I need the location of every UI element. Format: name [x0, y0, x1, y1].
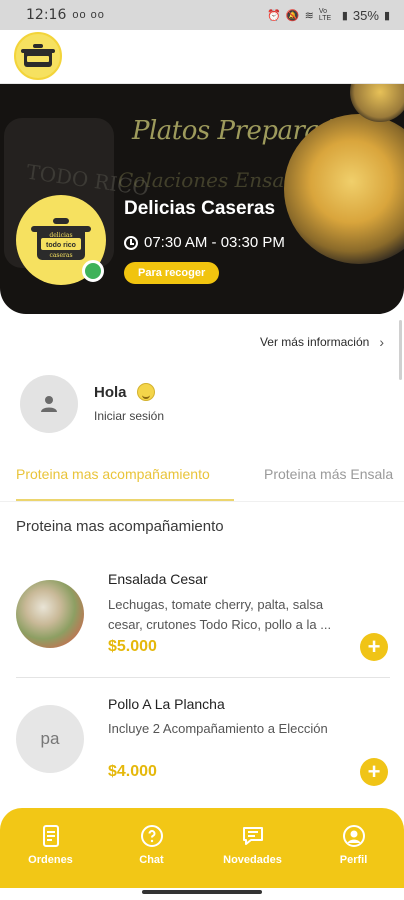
logo-text-top: delicias — [49, 232, 72, 239]
product-image-placeholder[interactable]: pa — [16, 705, 84, 773]
product-price: $5.000 — [108, 638, 157, 655]
store-name: Delicias Caseras — [124, 198, 276, 219]
bottom-navigation: Ordenes Chat Novedades Perfil — [0, 808, 404, 888]
pickup-badge[interactable]: Para recoger — [124, 262, 220, 284]
status-time: 12:16 — [26, 7, 67, 23]
signal-icon: ▮ — [341, 9, 348, 22]
product-description: Lechugas, tomate cherry, palta, salsa ce… — [108, 597, 332, 632]
clock-icon — [124, 235, 138, 250]
add-to-cart-button[interactable]: + — [360, 758, 388, 786]
chevron-right-icon: › — [379, 334, 384, 350]
online-status-dot — [82, 260, 104, 282]
product-image[interactable] — [16, 580, 84, 648]
more-info-label: Ver más información — [259, 335, 370, 349]
battery-icon: ▮ — [383, 9, 390, 22]
product-description: Incluye 2 Acompañamiento a Elección — [108, 721, 328, 736]
product-name[interactable]: Ensalada Cesar — [108, 571, 208, 587]
greeting-text: Hola — [94, 383, 127, 401]
profile-icon — [342, 825, 365, 847]
nav-ordenes[interactable]: Ordenes — [0, 808, 101, 888]
store-logo-small[interactable] — [14, 32, 62, 80]
store-hours-text: 07:30 AM - 03:30 PM — [144, 234, 285, 251]
alarm-icon: ⏰ — [267, 9, 281, 22]
user-avatar[interactable] — [20, 375, 78, 433]
mute-icon: 🔕 — [285, 9, 300, 22]
product-name[interactable]: Pollo A La Plancha — [108, 696, 225, 712]
network-label: Vo LTE — [318, 8, 332, 22]
more-info-link[interactable]: Ver más información › — [260, 334, 384, 350]
nav-chat[interactable]: Chat — [101, 808, 202, 888]
app-bar — [0, 30, 404, 84]
logo-text-mid: todo rico — [46, 242, 76, 249]
status-bar: 12:16 oo oo ⏰ 🔕 ≋ Vo LTE ▮ 35% ▮ — [0, 0, 404, 30]
status-notification-icons: oo oo — [72, 9, 105, 21]
news-icon — [242, 827, 263, 845]
nav-label: Novedades — [223, 854, 282, 866]
row-divider — [16, 677, 390, 678]
chat-icon — [140, 825, 163, 847]
pot-logo-icon — [21, 44, 55, 67]
home-indicator[interactable] — [142, 890, 262, 894]
tab-proteina-ensalada[interactable]: Proteina más Ensala — [264, 466, 393, 482]
smile-emoji-icon — [136, 383, 155, 401]
product-price: $4.000 — [108, 763, 157, 780]
pot-logo-icon: delicias todo rico caseras — [31, 218, 91, 260]
logo-text-bottom: caseras — [49, 252, 72, 259]
orders-icon — [42, 825, 59, 847]
nav-perfil[interactable]: Perfil — [303, 808, 404, 888]
nav-label: Chat — [139, 854, 164, 866]
tab-proteina-acompanamiento[interactable]: Proteina mas acompañamiento — [16, 466, 210, 482]
wifi-icon: ≋ — [304, 9, 314, 22]
section-title: Proteina mas acompañamiento — [16, 518, 224, 535]
add-to-cart-button[interactable]: + — [360, 633, 388, 661]
greeting: Hola — [94, 383, 155, 401]
login-link[interactable]: Iniciar sesión — [94, 409, 164, 423]
tab-divider — [0, 501, 404, 502]
nav-label: Ordenes — [28, 854, 73, 866]
battery-percent: 35% — [352, 7, 379, 23]
store-banner: TODO RICO Platos Preparados Colaciones E… — [0, 84, 404, 314]
nav-label: Perfil — [339, 854, 368, 866]
status-right-group: ⏰ 🔕 ≋ Vo LTE ▮ 35% ▮ — [267, 8, 390, 23]
nav-novedades[interactable]: Novedades — [202, 808, 303, 888]
scrollbar[interactable] — [399, 320, 402, 380]
store-hours: 07:30 AM - 03:30 PM — [124, 234, 285, 251]
person-icon — [41, 396, 57, 412]
